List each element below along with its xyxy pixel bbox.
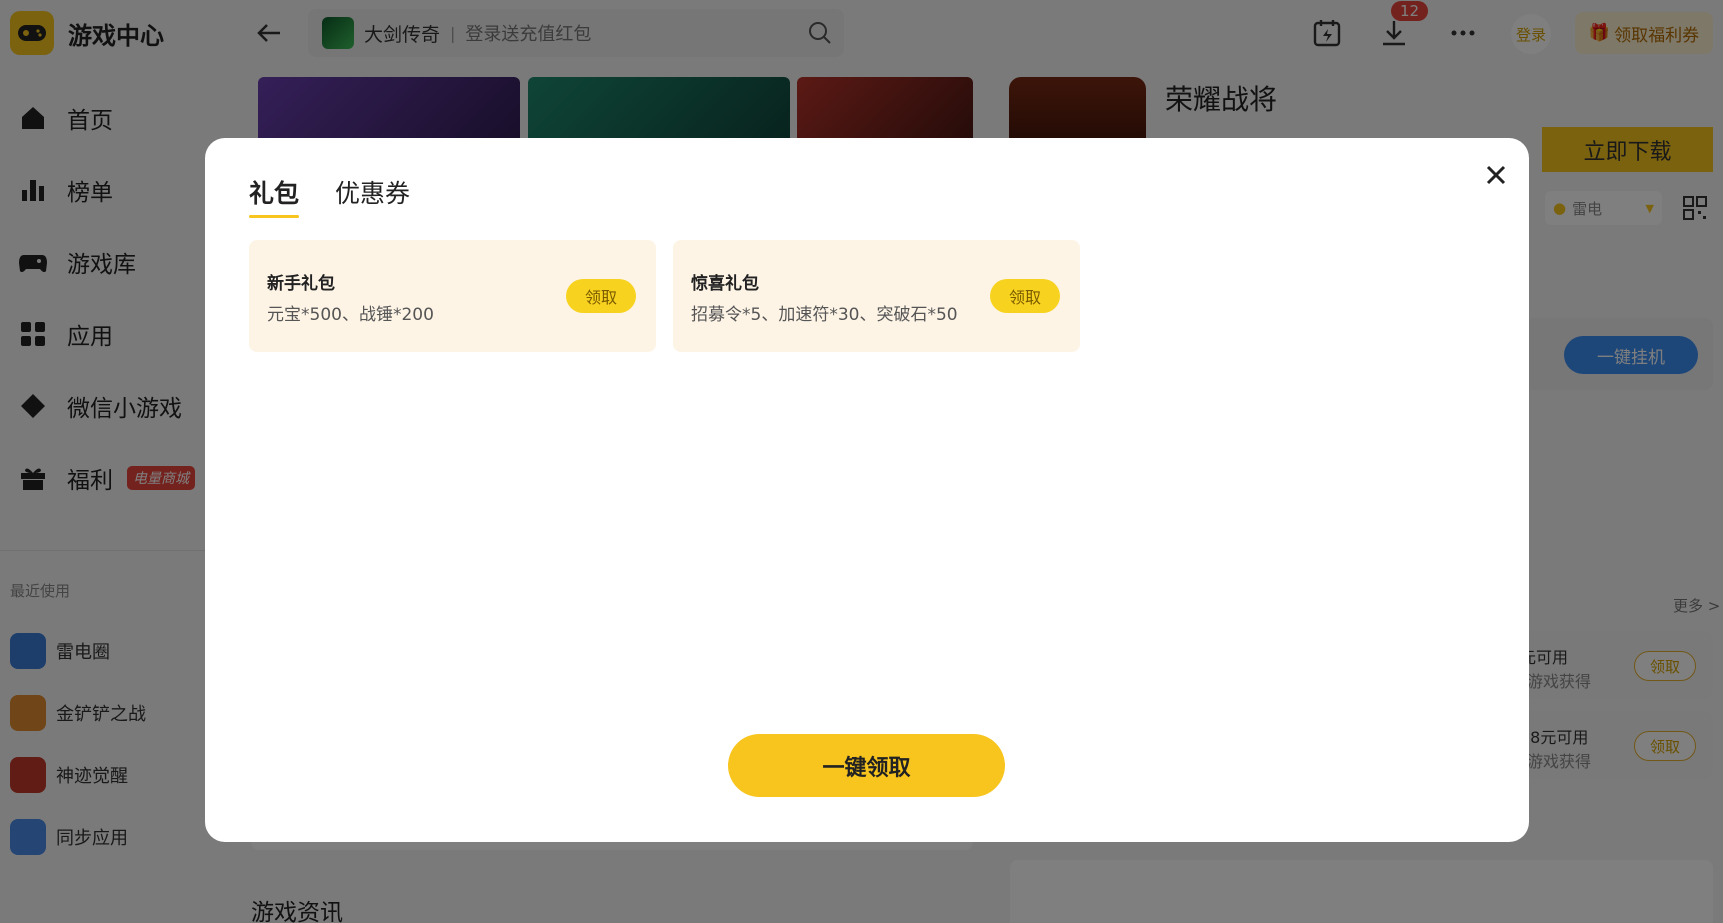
tab-gift-pack[interactable]: 礼包 xyxy=(249,174,300,218)
modal-tabs: 礼包 优惠券 xyxy=(249,174,446,218)
gift-description: 招募令*5、加速符*30、突破石*50 xyxy=(691,305,958,325)
close-icon[interactable] xyxy=(1481,160,1511,190)
claim-all-button[interactable]: 一键领取 xyxy=(728,734,1005,797)
gift-card: 惊喜礼包 招募令*5、加速符*30、突破石*50 领取 xyxy=(673,240,1080,352)
tab-coupons[interactable]: 优惠券 xyxy=(335,174,410,218)
gift-description: 元宝*500、战锤*200 xyxy=(267,305,434,325)
gift-name: 新手礼包 xyxy=(267,274,335,294)
gift-name: 惊喜礼包 xyxy=(691,274,759,294)
claim-button[interactable]: 领取 xyxy=(566,279,636,313)
claim-button[interactable]: 领取 xyxy=(990,279,1060,313)
gift-card: 新手礼包 元宝*500、战锤*200 领取 xyxy=(249,240,656,352)
gift-modal: 礼包 优惠券 新手礼包 元宝*500、战锤*200 领取 惊喜礼包 招募令*5、… xyxy=(205,138,1529,842)
